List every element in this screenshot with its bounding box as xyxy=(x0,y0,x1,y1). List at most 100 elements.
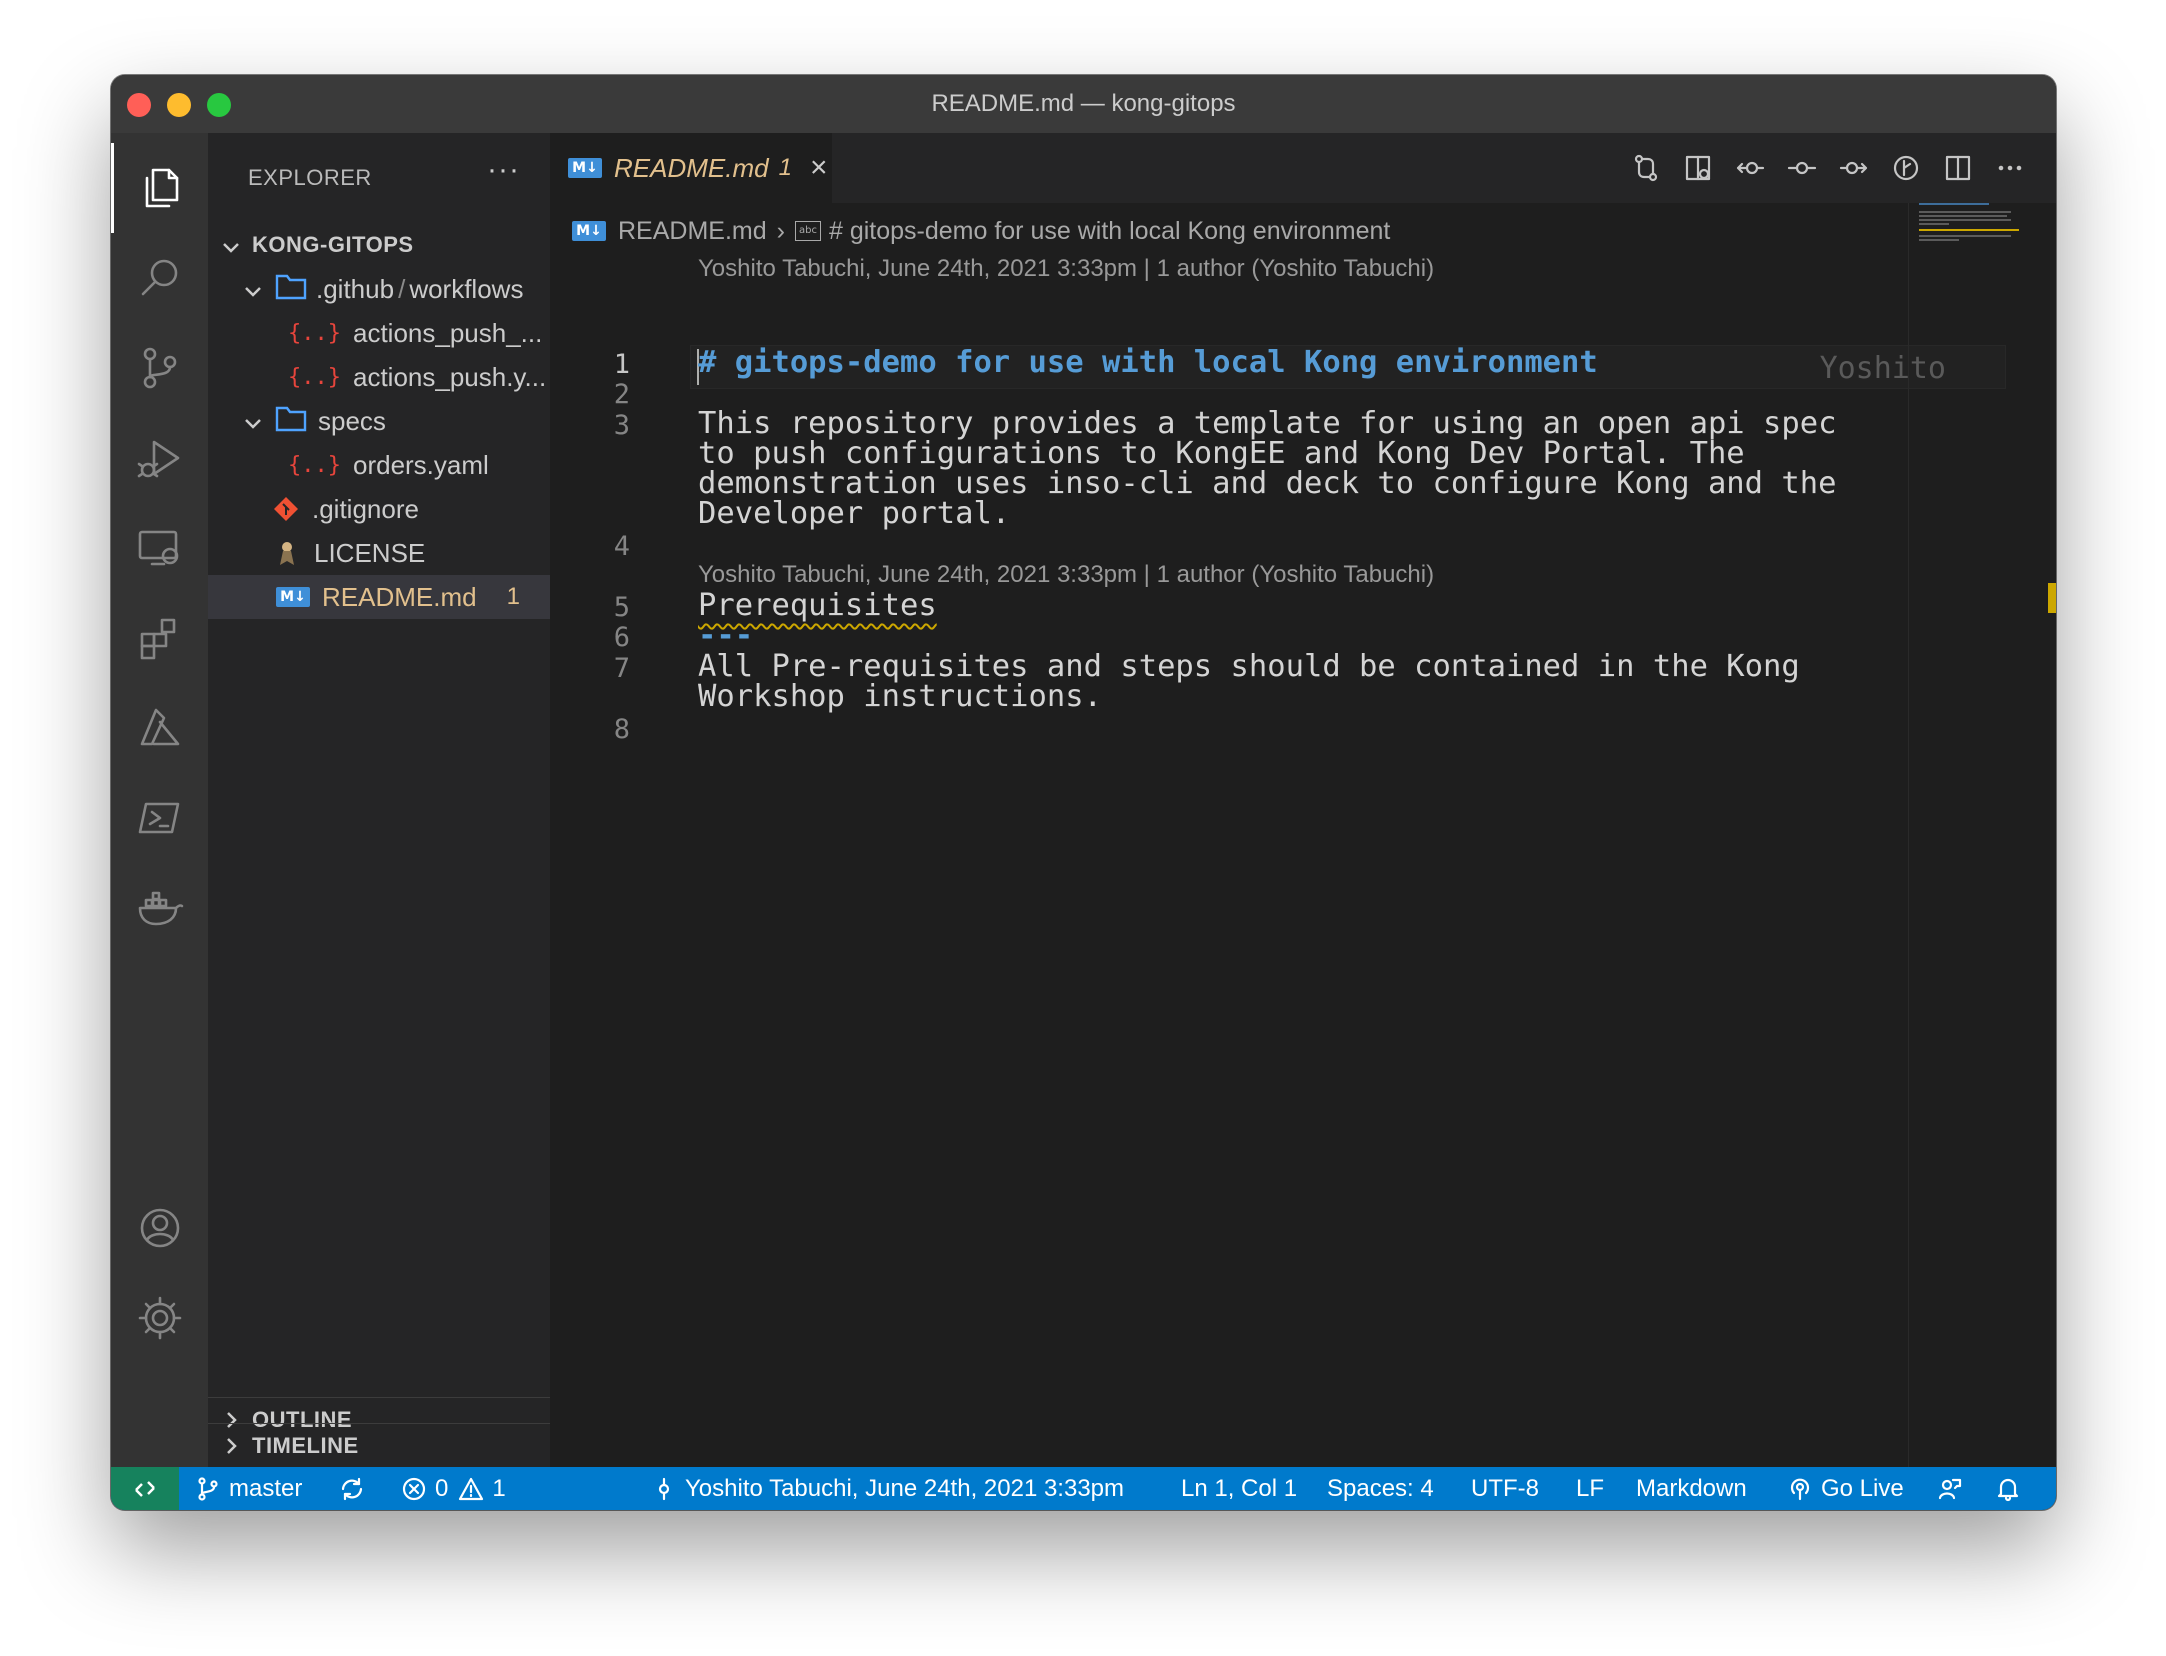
markdown-file-icon: M↓ xyxy=(572,221,606,241)
scrollbar-warning-marker[interactable] xyxy=(2048,583,2056,613)
chevron-right-icon: › xyxy=(776,216,785,245)
status-bar: master 0 1 Yoshito Tabuchi, June 24th, 2… xyxy=(111,1467,2056,1510)
close-window-button[interactable] xyxy=(127,93,151,117)
blame-codelens[interactable]: Yoshito Tabuchi, June 24th, 2021 3:33pm … xyxy=(698,561,1434,589)
azure-icon[interactable] xyxy=(111,683,208,773)
blame-status-label: Yoshito Tabuchi, June 24th, 2021 3:33pm xyxy=(685,1474,1125,1502)
error-icon xyxy=(402,1477,426,1500)
timeline-panel-header[interactable]: TIMELINE xyxy=(208,1423,550,1467)
git-commit-icon[interactable] xyxy=(1776,142,1828,194)
zoom-window-button[interactable] xyxy=(207,93,231,117)
chevron-down-icon xyxy=(220,234,242,256)
tab-problem-count: 1 xyxy=(778,154,792,181)
remote-indicator-button[interactable] xyxy=(111,1467,179,1510)
tree-item-label: specs xyxy=(318,405,386,436)
blame-toggle-icon[interactable] xyxy=(1880,142,1932,194)
yaml-file-icon: {..} xyxy=(288,452,341,478)
tree-item-label: actions_push.y... xyxy=(352,361,547,392)
language-mode-button[interactable]: Markdown xyxy=(1636,1467,1747,1510)
eol-button[interactable]: LF xyxy=(1576,1467,1604,1510)
docker-icon[interactable] xyxy=(111,863,208,953)
run-debug-icon[interactable] xyxy=(111,413,208,503)
path-separator: / xyxy=(398,273,406,304)
activity-bar xyxy=(111,133,208,1467)
blame-status-button[interactable]: Yoshito Tabuchi, June 24th, 2021 3:33pm xyxy=(651,1467,1124,1510)
minimap-line xyxy=(1919,239,1959,241)
open-preview-icon[interactable] xyxy=(1672,142,1724,194)
line-number: 3 xyxy=(613,410,630,441)
explorer-more-actions-button[interactable]: ··· xyxy=(487,153,520,187)
folder-icon xyxy=(274,271,308,308)
branch-button[interactable]: master xyxy=(195,1467,302,1510)
minimap-line xyxy=(1919,211,2011,213)
editor-tab-bar: M↓ README.md 1 × xyxy=(550,133,2056,203)
split-editor-icon[interactable] xyxy=(1932,142,1984,194)
tree-item-license[interactable]: LICENSE xyxy=(208,531,550,575)
sync-button[interactable] xyxy=(339,1467,373,1510)
extensions-icon[interactable] xyxy=(111,593,208,683)
tab-readme[interactable]: M↓ README.md 1 × xyxy=(550,133,832,203)
source-control-icon[interactable] xyxy=(111,323,208,413)
explorer-sidebar: EXPLORER ··· KONG-GITOPS .github / workf… xyxy=(208,133,550,1467)
line-number: 6 xyxy=(613,622,630,653)
go-live-label: Go Live xyxy=(1821,1474,1904,1502)
tree-item-github-workflows[interactable]: .github / workflows xyxy=(208,267,550,311)
feedback-button[interactable] xyxy=(1937,1467,1971,1510)
tree-item-label: workflows xyxy=(409,273,524,304)
markdown-file-icon: M↓ xyxy=(568,158,602,178)
more-actions-icon[interactable] xyxy=(1984,142,2036,194)
tree-item-orders-yaml[interactable]: {..} orders.yaml xyxy=(208,443,550,487)
blame-codelens[interactable]: Yoshito Tabuchi, June 24th, 2021 3:33pm … xyxy=(698,255,1434,283)
minimap-line xyxy=(1919,219,2011,221)
problem-count-badge: 1 xyxy=(506,583,520,610)
terminal-icon[interactable] xyxy=(111,773,208,863)
cursor-position-button[interactable]: Ln 1, Col 1 xyxy=(1181,1467,1297,1510)
remote-explorer-icon[interactable] xyxy=(111,503,208,593)
tree-item-actions-push-2[interactable]: {..} actions_push.y... xyxy=(208,355,550,399)
warning-icon xyxy=(459,1477,484,1500)
tree-item-actions-push-1[interactable]: {..} actions_push_... xyxy=(208,311,550,355)
error-count: 0 xyxy=(435,1474,449,1502)
breadcrumb-symbol[interactable]: # gitops-demo for use with local Kong en… xyxy=(829,217,1390,246)
settings-gear-icon[interactable] xyxy=(111,1273,208,1363)
next-commit-icon[interactable] xyxy=(1828,142,1880,194)
chevron-down-icon xyxy=(242,278,264,300)
code-line-heading: # gitops-demo for use with local Kong en… xyxy=(698,345,1598,380)
folder-icon xyxy=(274,403,308,440)
eol-label: LF xyxy=(1576,1474,1605,1502)
chevron-down-icon xyxy=(242,410,264,432)
tree-item-label: LICENSE xyxy=(314,537,426,568)
workspace-root-label: KONG-GITOPS xyxy=(252,232,414,257)
previous-commit-icon[interactable] xyxy=(1724,142,1776,194)
go-live-button[interactable]: Go Live xyxy=(1787,1467,1904,1510)
minimap-line xyxy=(1919,235,2011,237)
line-number: 5 xyxy=(613,592,630,623)
line-number: 7 xyxy=(613,653,630,684)
editor-pane[interactable]: M↓ README.md › abc # gitops-demo for use… xyxy=(550,203,2056,1467)
yaml-file-icon: {..} xyxy=(288,320,341,346)
search-icon[interactable] xyxy=(111,233,208,323)
indentation-button[interactable]: Spaces: 4 xyxy=(1327,1467,1434,1510)
string-symbol-icon: abc xyxy=(794,221,821,241)
broadcast-icon xyxy=(1790,1478,1810,1500)
minimize-window-button[interactable] xyxy=(167,93,191,117)
problems-button[interactable]: 0 1 xyxy=(401,1467,506,1510)
accounts-icon[interactable] xyxy=(111,1183,208,1273)
minimap-line xyxy=(1919,223,1949,225)
workspace-root[interactable]: KONG-GITOPS xyxy=(208,223,550,267)
close-tab-button[interactable]: × xyxy=(810,151,828,185)
tree-item-gitignore[interactable]: .gitignore xyxy=(208,487,550,531)
encoding-button[interactable]: UTF-8 xyxy=(1471,1467,1539,1510)
tree-item-readme[interactable]: M↓ README.md 1 xyxy=(208,575,550,619)
line-number: 2 xyxy=(613,379,630,410)
chevron-right-icon xyxy=(220,1435,242,1457)
explorer-icon[interactable] xyxy=(111,143,208,233)
tree-item-specs[interactable]: specs xyxy=(208,399,550,443)
breadcrumb-file[interactable]: README.md xyxy=(618,217,767,246)
minimap[interactable] xyxy=(1908,203,2028,1467)
open-changes-icon[interactable] xyxy=(1620,142,1672,194)
cursor-position-label: Ln 1, Col 1 xyxy=(1181,1474,1298,1502)
feedback-icon xyxy=(1938,1478,1962,1499)
notifications-button[interactable] xyxy=(1995,1467,2029,1510)
window-title: README.md — kong-gitops xyxy=(931,90,1236,117)
